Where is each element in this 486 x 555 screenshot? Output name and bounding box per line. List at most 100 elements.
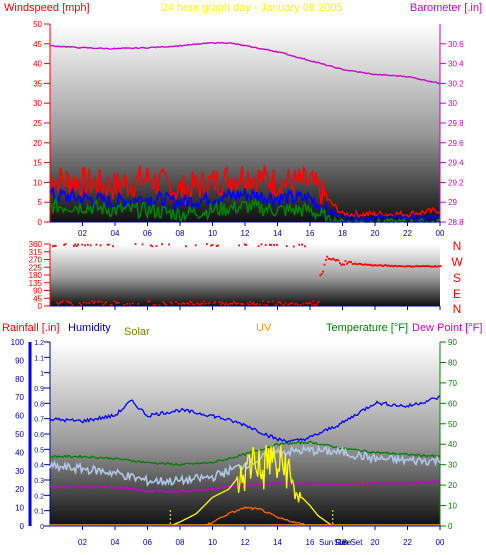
- direction-point: [298, 243, 301, 246]
- temp-tick-label: 30: [448, 461, 457, 470]
- humidity-tick-label: 50: [15, 430, 24, 439]
- top-x-tick-label: 10: [208, 229, 217, 238]
- baro-tick-label: 29.8: [448, 119, 464, 128]
- baro-tick-label: 28.8: [448, 218, 464, 227]
- rain-tick-label: 0.8: [34, 401, 44, 408]
- direction-point: [280, 302, 282, 305]
- direction-point: [87, 243, 89, 246]
- direction-point: [350, 261, 352, 263]
- direction-point: [203, 300, 205, 302]
- direction-point: [82, 301, 85, 304]
- direction-point: [194, 244, 197, 247]
- direction-point: [304, 245, 306, 248]
- top-x-tick-label: 08: [176, 229, 185, 238]
- direction-tick-label: 225: [29, 263, 43, 272]
- bottom-x-tick-label: 12: [241, 538, 250, 547]
- direction-point: [129, 303, 131, 305]
- direction-point: [218, 301, 221, 304]
- humidity-tick-label: 10: [15, 504, 24, 513]
- rain-tick-label: 0.4: [34, 463, 44, 470]
- direction-point: [260, 243, 263, 246]
- direction-point: [141, 243, 144, 246]
- direction-point: [74, 243, 77, 246]
- humidity-tick-label: 60: [15, 412, 24, 421]
- wind-tick-label: 30: [33, 99, 42, 108]
- compass-w: W: [451, 255, 463, 269]
- bottom-x-tick-label: 10: [208, 538, 217, 547]
- direction-point: [148, 300, 151, 303]
- direction-point: [175, 301, 177, 303]
- rain-tick-label: 0.2: [34, 493, 44, 500]
- direction-point: [284, 302, 287, 304]
- direction-point: [201, 302, 204, 305]
- direction-point: [204, 302, 207, 305]
- temperature-panel: [50, 342, 440, 526]
- direction-point: [339, 262, 341, 264]
- direction-point: [101, 301, 103, 303]
- rain-tick-label: 0.9: [34, 386, 44, 393]
- bottom-x-tick-label: 22: [403, 538, 412, 547]
- compass-n-top: N: [453, 239, 462, 253]
- direction-point: [185, 245, 187, 248]
- windspeed-axis-title: Windspeed [mph]: [4, 2, 90, 14]
- direction-point: [270, 244, 273, 246]
- direction-point: [224, 303, 226, 306]
- temp-tick-label: 80: [448, 358, 457, 367]
- direction-point: [85, 301, 88, 304]
- direction-point: [326, 255, 329, 258]
- temp-tick-label: 0: [448, 522, 453, 531]
- temp-tick-label: 70: [448, 379, 457, 388]
- direction-point: [78, 302, 81, 304]
- wind-tick-label: 10: [33, 178, 42, 187]
- top-x-tick-label: 06: [143, 229, 152, 238]
- direction-point: [206, 243, 208, 245]
- direction-tick-label: 360: [29, 240, 43, 249]
- direction-point: [117, 302, 120, 304]
- direction-point: [57, 303, 60, 306]
- wind-tick-label: 5: [38, 198, 43, 207]
- bottom-x-tick-label: 00: [436, 538, 445, 547]
- bottom-x-tick-label: 04: [111, 538, 120, 547]
- wind-tick-label: 0: [38, 218, 43, 227]
- direction-point: [137, 303, 140, 305]
- temp-tick-label: 90: [448, 338, 457, 347]
- humidity-tick-label: 90: [15, 356, 24, 365]
- direction-point: [168, 243, 170, 246]
- compass-s: S: [453, 271, 461, 285]
- direction-tick-label: 135: [29, 279, 43, 288]
- wind-tick-label: 40: [33, 60, 42, 69]
- direction-point: [162, 301, 165, 304]
- top-x-tick-label: 12: [241, 229, 250, 238]
- temp-tick-label: 50: [448, 420, 457, 429]
- direction-point: [320, 273, 323, 275]
- rain-tick-label: 0.6: [34, 432, 44, 439]
- direction-point: [151, 245, 154, 248]
- direction-point: [323, 263, 326, 266]
- wind-tick-label: 45: [33, 40, 42, 49]
- direction-point: [84, 244, 86, 247]
- direction-point: [190, 301, 193, 304]
- baro-tick-label: 29.2: [448, 178, 464, 187]
- direction-point: [64, 243, 67, 245]
- direction-point: [343, 263, 345, 266]
- direction-point: [91, 300, 93, 303]
- direction-point: [318, 300, 320, 303]
- humidity-tick-label: 30: [15, 467, 24, 476]
- humidity-tick-label: 80: [15, 375, 24, 384]
- direction-point: [291, 302, 294, 305]
- weather-graph: Windspeed [mph] 24 hour graph day - Janu…: [0, 0, 486, 555]
- direction-point: [264, 244, 267, 246]
- bottom-x-tick-label: 08: [176, 538, 185, 547]
- direction-panel: [50, 244, 440, 306]
- sunset-label: Sun Set: [334, 538, 363, 547]
- top-x-tick-label: 22: [403, 229, 412, 238]
- top-x-tick-label: 16: [306, 229, 315, 238]
- rain-tick-label: 0.5: [34, 447, 44, 454]
- direction-point: [94, 301, 96, 303]
- bottom-x-tick-label: 02: [78, 538, 87, 547]
- baro-tick-label: 30.2: [448, 79, 464, 88]
- bottom-x-tick-label: 16: [306, 538, 315, 547]
- direction-point: [312, 300, 315, 303]
- direction-point: [208, 301, 211, 304]
- direction-point: [273, 244, 275, 246]
